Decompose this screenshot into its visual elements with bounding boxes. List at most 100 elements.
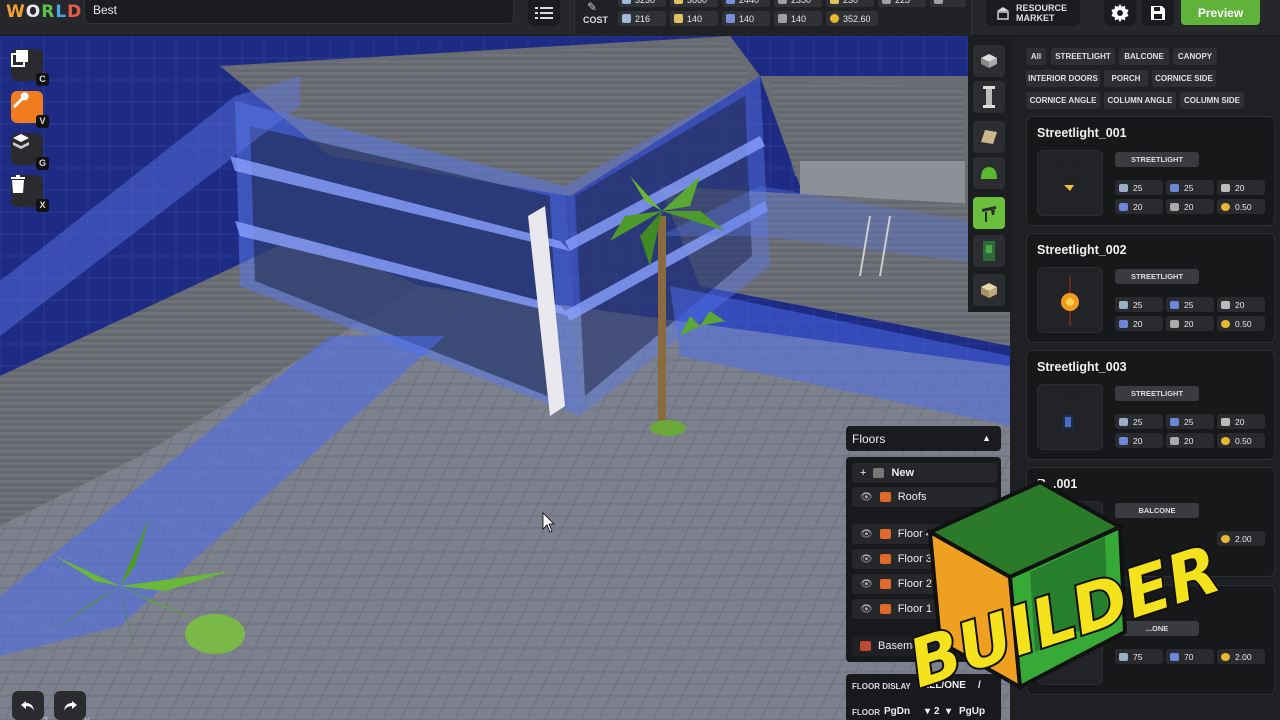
tool-icon: [1221, 300, 1230, 309]
stat-coin: 0.50: [1217, 433, 1265, 448]
shortcut-key: X: [36, 199, 49, 212]
eye-icon[interactable]: 👁: [860, 492, 873, 503]
tool-icon: [778, 14, 787, 23]
item-category-tag: STREETLIGHT: [1115, 269, 1199, 284]
filter-cornice-angle[interactable]: CORNICE ANGLE: [1026, 92, 1100, 109]
gear-icon: [1111, 4, 1129, 22]
coin-icon: [1221, 202, 1230, 211]
filter-all[interactable]: All: [1026, 48, 1046, 65]
filter-streetlight[interactable]: STREETLIGHT: [1051, 48, 1115, 65]
item-title: Streetlight_001: [1037, 126, 1127, 140]
cost-chip: 216: [618, 11, 666, 26]
steel-icon: [726, 0, 735, 4]
stat-pipe: 20: [1166, 316, 1214, 331]
steel-icon: [1170, 417, 1179, 426]
delete-tool-button[interactable]: X: [11, 175, 49, 212]
stat-tool: 20: [1217, 414, 1265, 429]
redo-icon: [64, 700, 77, 711]
category-streetlight-button[interactable]: [973, 197, 1005, 229]
filter-porch[interactable]: PORCH: [1104, 70, 1148, 87]
category-plant-button[interactable]: [973, 157, 1005, 189]
coin-icon: [830, 14, 839, 23]
floor-icon: [873, 468, 885, 478]
category-column-button[interactable]: [973, 81, 1005, 113]
eye-icon[interactable]: 👁: [860, 579, 873, 590]
pipe-icon: [1170, 436, 1179, 445]
filter-interior-doors[interactable]: INTERIOR DOORS: [1026, 70, 1100, 87]
cost-chip: 140: [722, 11, 770, 26]
wrench-tool-button[interactable]: V: [11, 91, 49, 128]
item-card[interactable]: Streetlight_003 STREETLIGHT 25 25 20 20 …: [1026, 350, 1275, 460]
stat-coin: 0.50: [1217, 316, 1265, 331]
copy-tool-button[interactable]: C: [11, 49, 49, 86]
cost-chip: 140: [670, 11, 718, 26]
floppy-icon: [1151, 6, 1165, 20]
stone-icon: [1119, 417, 1128, 426]
eye-icon[interactable]: 👁: [860, 604, 873, 615]
energy-icon: [1119, 202, 1128, 211]
redo-button[interactable]: Y: [54, 691, 90, 720]
builder-logo: BUILDER: [890, 472, 1231, 712]
list-menu-button[interactable]: [528, 0, 560, 26]
floors-dropdown[interactable]: Floors ▲: [846, 426, 1001, 451]
eye-icon[interactable]: 👁: [860, 529, 873, 540]
category-roof-button[interactable]: [973, 121, 1005, 153]
steel-icon: [726, 14, 735, 23]
stat-coin: 0.50: [1217, 199, 1265, 214]
filter-column-side[interactable]: COLUMN SIDE: [1180, 92, 1244, 109]
floor-icon: [860, 641, 871, 651]
streetlight-icon: [1061, 157, 1077, 209]
save-button[interactable]: [1142, 0, 1174, 26]
item-card[interactable]: Streetlight_002 STREETLIGHT 25 25 20 20 …: [1026, 233, 1275, 343]
stone-icon: [1119, 183, 1128, 192]
cost-chip: 2440: [722, 0, 770, 7]
lamp-icon: [982, 206, 996, 222]
item-title: Streetlight_002: [1037, 243, 1127, 257]
filter-canopy[interactable]: CANOPY: [1173, 48, 1217, 65]
list-icon: [535, 7, 553, 19]
stat-stone: 25: [1115, 297, 1163, 312]
category-door-button[interactable]: [973, 235, 1005, 267]
cost-chip: 140: [774, 11, 822, 26]
group-tool-button[interactable]: G: [11, 133, 49, 170]
settings-button[interactable]: [1104, 0, 1136, 26]
cost-chip: 352.60: [826, 11, 878, 26]
wand-icon: ✎: [587, 0, 598, 14]
tool-icon: [1221, 417, 1230, 426]
cost-chip: 225: [878, 0, 926, 7]
wrench-icon: [13, 92, 29, 108]
tool-icon: [778, 0, 787, 4]
preview-button[interactable]: Preview: [1181, 0, 1260, 25]
roof-tile-icon: [981, 130, 997, 144]
copy-icon: [11, 50, 28, 67]
world-logo: WORLD: [6, 2, 83, 22]
filter-cornice-side[interactable]: CORNICE SIDE: [1152, 70, 1216, 87]
cost-chip: 230: [826, 0, 874, 7]
eye-icon[interactable]: 👁: [860, 554, 873, 565]
steel-icon: [1170, 183, 1179, 192]
undo-button[interactable]: Z: [12, 691, 48, 720]
item-card[interactable]: Streetlight_001 STREETLIGHT 25 25 20 20 …: [1026, 116, 1275, 226]
coin-icon: [1221, 319, 1230, 328]
pipe-icon: [1170, 319, 1179, 328]
stat-tool: 20: [1217, 180, 1265, 195]
gold-icon: [830, 0, 839, 4]
cost-panel: ✎ COST 3230 3860 2440 2350 230 225 216 1…: [574, 0, 972, 36]
resource-market-button[interactable]: RESOURCE MARKET: [986, 0, 1080, 26]
stat-energy: 20: [1115, 316, 1163, 331]
filter-balcone[interactable]: BALCONE: [1119, 48, 1169, 65]
caret-up-icon: ▲: [982, 433, 991, 443]
project-name-input[interactable]: Best: [84, 0, 514, 24]
stat-steel: 25: [1166, 180, 1214, 195]
stat-tool: 20: [1217, 297, 1265, 312]
filter-column-angle[interactable]: COLUMN ANGLE: [1104, 92, 1176, 109]
door-icon: [983, 241, 995, 261]
crate-icon: [981, 283, 997, 298]
category-block-button[interactable]: [973, 45, 1005, 77]
cost-chip: 2350: [774, 0, 822, 7]
item-thumbnail: [1037, 384, 1103, 450]
shortcut-key: V: [36, 115, 49, 128]
block-icon: [981, 54, 997, 68]
brick-icon: [882, 0, 891, 4]
category-crate-button[interactable]: [973, 274, 1005, 306]
